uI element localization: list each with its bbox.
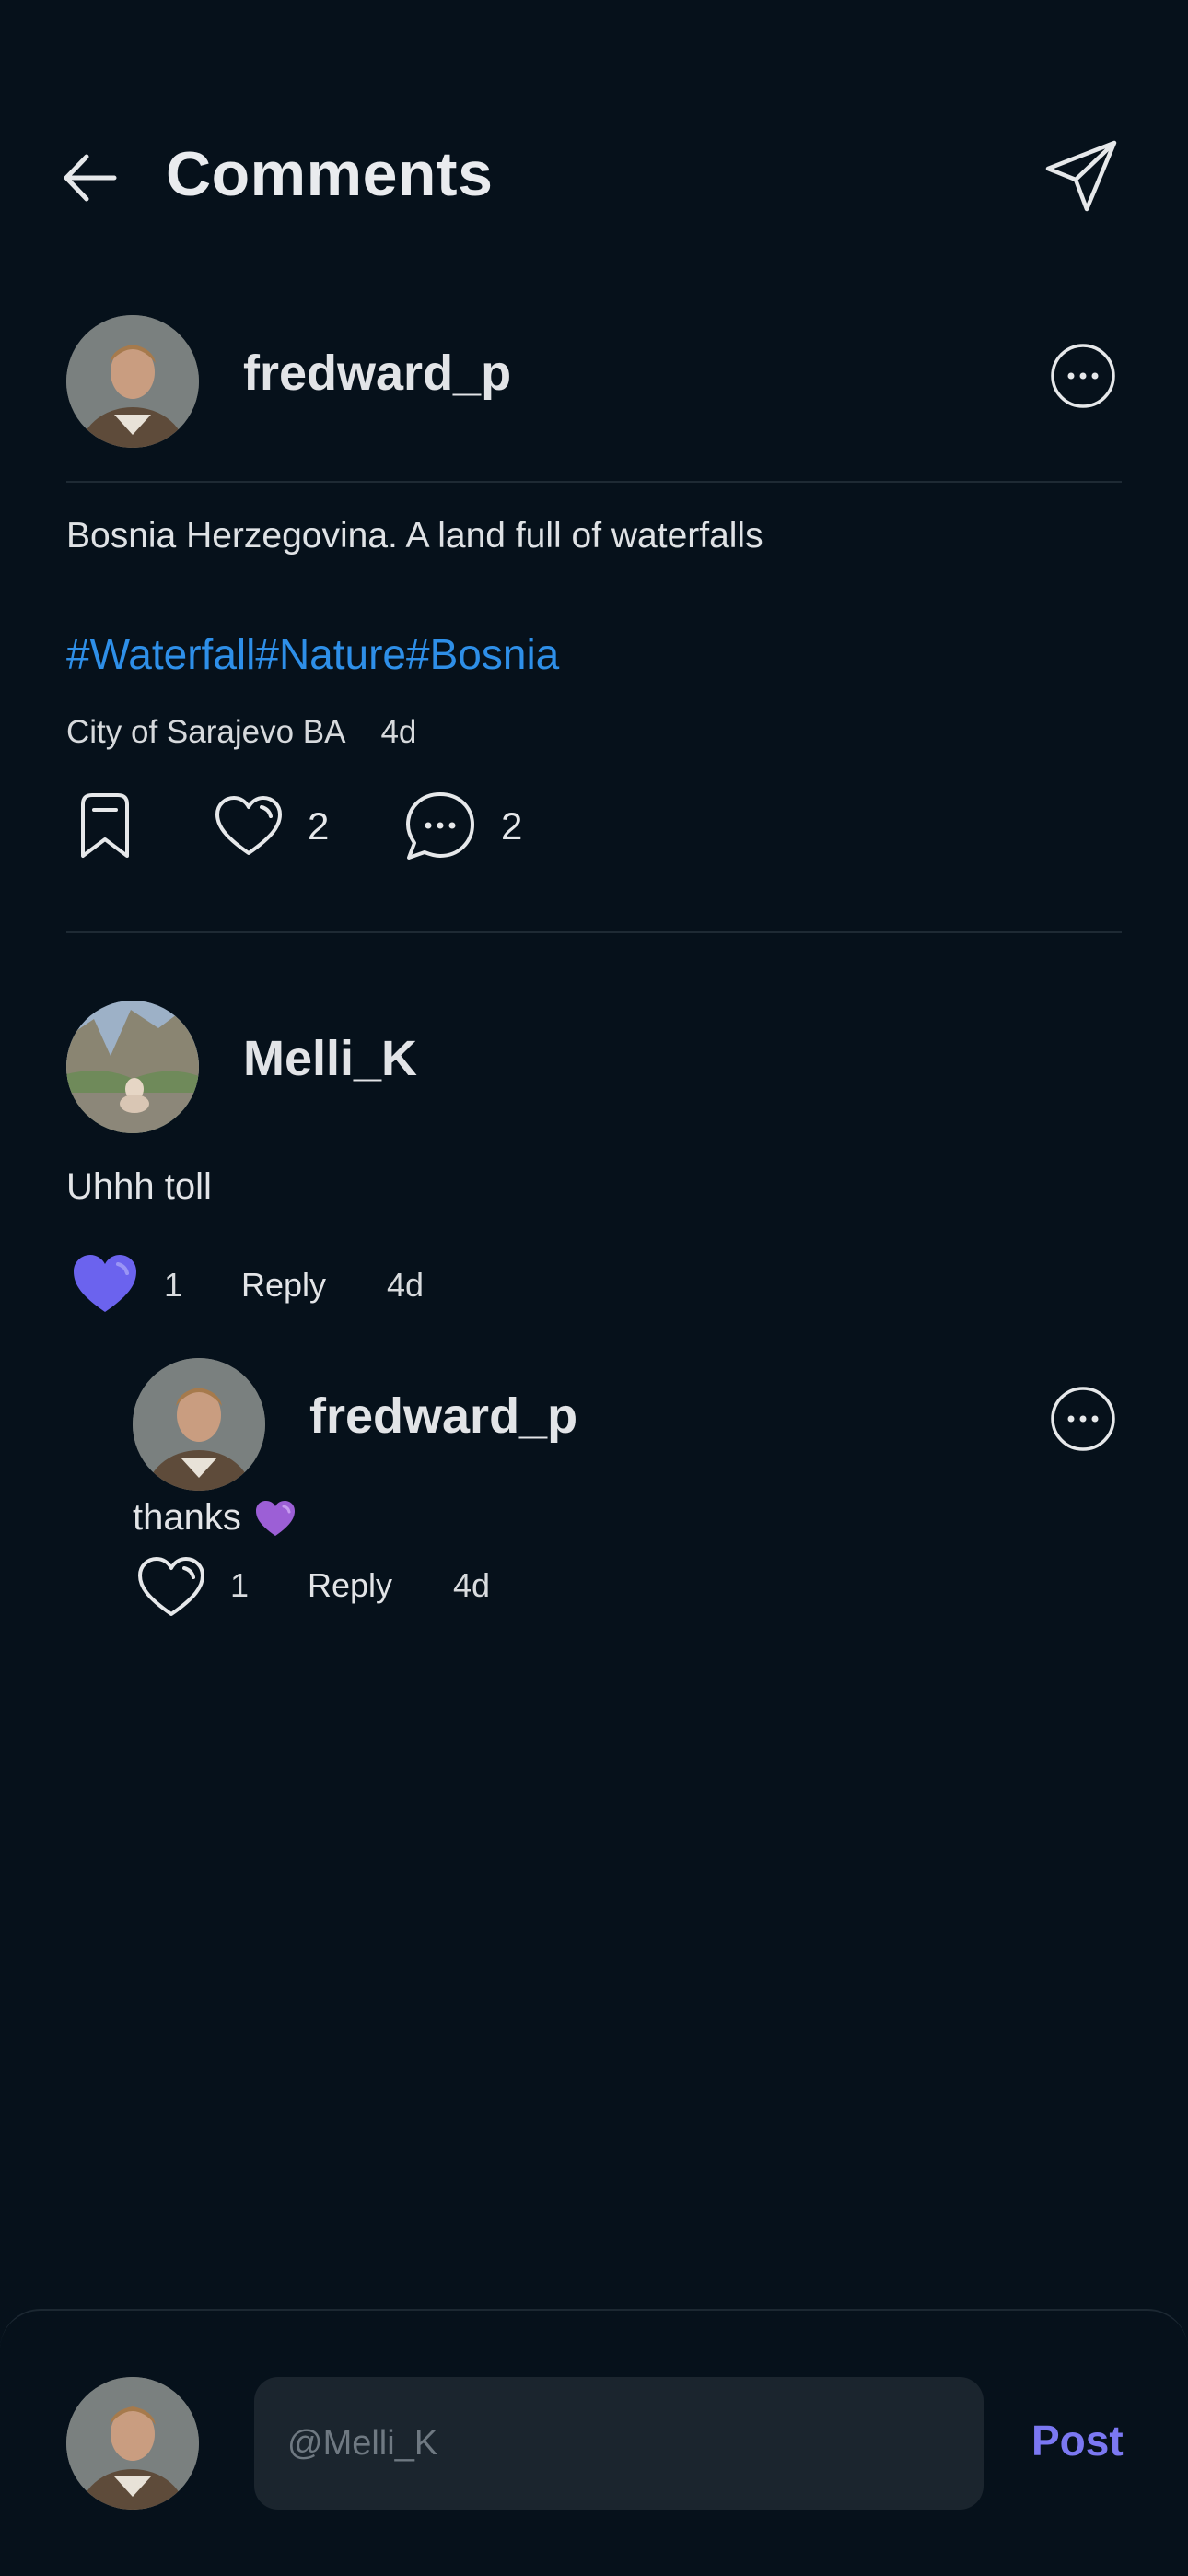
comment-like-count: 1 — [164, 1266, 183, 1304]
heart-outline-icon — [138, 1557, 204, 1616]
comment-text: Uhhh toll — [66, 1166, 212, 1207]
more-options-icon — [1051, 344, 1115, 408]
post-comment-button[interactable]: Post — [1031, 2416, 1124, 2465]
comment-time: 4d — [387, 1266, 425, 1304]
reply-author-username[interactable]: fredward_p — [309, 1388, 577, 1445]
divider — [66, 931, 1122, 933]
reply-text: thanks — [133, 1497, 241, 1538]
comment-actions: 1 Reply 4d — [66, 1246, 619, 1319]
avatar-image — [66, 315, 199, 448]
purple-heart-emoji-icon — [255, 1500, 295, 1536]
post-more-button[interactable] — [1050, 343, 1116, 409]
comment-button[interactable]: 2 — [403, 788, 522, 865]
send-icon — [1045, 140, 1117, 212]
divider — [66, 481, 1122, 483]
comment-count: 2 — [501, 804, 523, 848]
back-button[interactable] — [57, 146, 131, 210]
comment-bubble-icon — [406, 792, 474, 860]
header: Comments — [0, 129, 1188, 221]
comment-input[interactable] — [254, 2377, 984, 2510]
reply-like-button[interactable] — [136, 1555, 206, 1624]
reply-author-avatar[interactable] — [133, 1358, 265, 1491]
reply-more-button[interactable] — [1050, 1386, 1116, 1452]
post-caption: Bosnia Herzegovina. A land full of water… — [66, 516, 763, 556]
avatar-image — [66, 2377, 199, 2510]
bookmark-button[interactable] — [76, 788, 134, 865]
comments-screen: Comments fredward_p Bosnia Herzegovina. … — [0, 0, 1188, 2576]
post-hashtags[interactable]: #Waterfall#Nature#Bosnia — [66, 629, 559, 679]
current-user-avatar — [66, 2377, 199, 2510]
like-count: 2 — [308, 804, 330, 848]
post-time: 4d — [380, 714, 417, 750]
post-actions: 2 2 — [66, 788, 711, 865]
reply-actions: 1 Reply 4d — [133, 1548, 685, 1622]
reply-like-count: 1 — [230, 1566, 250, 1604]
arrow-left-icon — [64, 154, 117, 202]
comment-like-button[interactable] — [70, 1251, 140, 1320]
post-author-username[interactable]: fredward_p — [243, 345, 511, 402]
page-title: Comments — [166, 139, 494, 209]
comment-author-username[interactable]: Melli_K — [243, 1030, 417, 1087]
avatar-image — [66, 1001, 199, 1133]
comment-reply-button[interactable]: Reply — [241, 1266, 326, 1305]
share-button[interactable] — [1041, 134, 1124, 217]
reply-reply-button[interactable]: Reply — [308, 1566, 392, 1605]
comment-author-avatar[interactable] — [66, 1001, 199, 1133]
post-meta: City of Sarajevo BA 4d — [66, 714, 416, 751]
more-options-icon — [1051, 1387, 1115, 1451]
post-author-avatar[interactable] — [66, 315, 199, 448]
reply-text-row: thanks — [133, 1497, 297, 1539]
bookmark-icon — [81, 793, 129, 858]
avatar-image — [133, 1358, 265, 1491]
post-location[interactable]: City of Sarajevo BA — [66, 714, 345, 750]
reply-time: 4d — [453, 1566, 491, 1604]
heart-outline-icon — [215, 796, 282, 855]
like-button[interactable]: 2 — [214, 788, 329, 865]
heart-filled-icon — [74, 1255, 136, 1312]
